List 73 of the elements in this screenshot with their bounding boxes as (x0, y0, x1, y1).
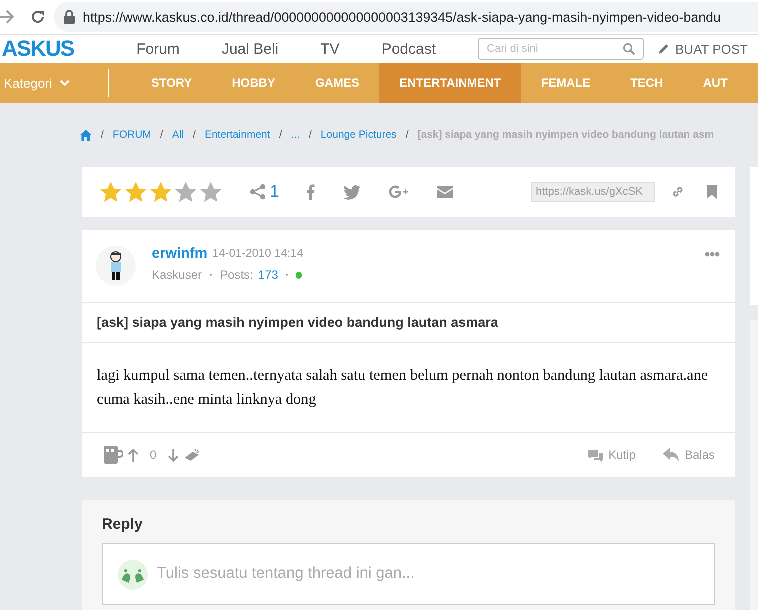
chevron-down-icon (60, 80, 70, 86)
site-logo[interactable]: ASKUS (2, 38, 137, 60)
posts-label: Posts: (220, 268, 254, 282)
category-tab[interactable]: FEMALE (521, 63, 611, 103)
separator-dot (286, 274, 288, 276)
category-tab[interactable]: ENTERTAINMENT (379, 63, 522, 103)
star-icon[interactable] (175, 182, 197, 202)
create-post-button[interactable]: BUAT POST (658, 42, 748, 56)
google-plus-icon[interactable] (389, 185, 410, 199)
breadcrumb-separator: / (101, 129, 104, 141)
user-avatar[interactable] (96, 246, 136, 286)
twitter-icon[interactable] (343, 184, 362, 200)
lock-icon (64, 10, 75, 24)
header-link[interactable]: Jual Beli (222, 40, 279, 58)
reply-button[interactable]: Balas (662, 448, 715, 462)
breadcrumb-separator: / (309, 129, 312, 141)
breadcrumb-separator: / (160, 129, 164, 141)
header-link[interactable]: TV (320, 40, 340, 58)
breadcrumb-current: [ask] siapa yang masih nyimpen video bandung lautan asm (418, 129, 714, 141)
breadcrumb-link[interactable]: All (172, 129, 184, 141)
share-icon[interactable] (250, 184, 266, 200)
breadcrumb-separator: / (193, 129, 196, 141)
category-tab[interactable]: STORY (131, 63, 212, 103)
mail-icon[interactable] (437, 186, 454, 198)
post-count[interactable]: 173 (258, 268, 278, 282)
post-date: 14-01-2010 14:14 (212, 248, 304, 260)
breadcrumb-link[interactable]: Lounge Pictures (320, 129, 397, 141)
category-tab[interactable]: GAMES (295, 63, 380, 103)
star-icon[interactable] (200, 182, 222, 202)
brick-icon[interactable] (184, 448, 200, 462)
quote-button[interactable]: Kutip (586, 448, 636, 462)
reply-input-field[interactable]: Tulis sesuatu tentang thread ini gan... (102, 543, 715, 605)
link-icon[interactable] (671, 185, 685, 199)
share-count: 1 (270, 182, 280, 202)
reply-heading: Reply (102, 516, 144, 533)
breadcrumb-link[interactable]: ... (291, 129, 300, 141)
bookmark-icon[interactable] (707, 185, 717, 199)
username-link[interactable]: erwinfm (152, 246, 208, 262)
mug-icon[interactable] (104, 446, 123, 464)
breadcrumb-link[interactable]: FORUM (112, 129, 152, 141)
speech-bubbles-icon (586, 448, 603, 462)
breadcrumb-link[interactable]: Entertainment (204, 129, 270, 141)
short-url-field[interactable]: https://kask.us/gXcSK (531, 182, 655, 202)
header-link[interactable]: Podcast (382, 40, 436, 58)
breadcrumb-separator: / (406, 129, 409, 141)
rating-stars[interactable] (100, 182, 222, 202)
search-icon[interactable] (622, 43, 635, 55)
reply-arrow-icon (662, 448, 679, 462)
search-field[interactable]: Cari di sini (478, 38, 644, 60)
search-placeholder: Cari di sini (487, 43, 538, 55)
home-icon[interactable] (80, 130, 92, 140)
star-icon[interactable] (125, 182, 147, 202)
post-title: [ask] siapa yang masih nyimpen video bandung lautan asmara (82, 303, 735, 343)
separator-dot (210, 274, 212, 276)
reload-icon[interactable] (30, 9, 46, 25)
star-icon[interactable] (150, 182, 172, 202)
breadcrumb-separator: / (279, 129, 282, 141)
star-icon[interactable] (100, 182, 122, 202)
category-tab[interactable]: AUT (683, 63, 748, 103)
downvote-arrow-icon[interactable] (168, 448, 179, 462)
post-body: lagi kumpul sama temen..ternyata salah satu temen belum pernah nonton bandung lautan asmara.ane cuma kasih..ene minta linknya dong (82, 343, 735, 433)
header-link[interactable]: Forum (136, 40, 180, 58)
vote-count: 0 (150, 448, 157, 462)
category-dropdown[interactable]: Kategori (0, 69, 110, 97)
more-options-icon[interactable] (705, 252, 720, 257)
pencil-icon (658, 43, 670, 55)
upvote-arrow-icon[interactable] (128, 448, 139, 462)
url-text: https://www.kaskus.co.id/thread/000000000000000003139345/ask-siapa-yang-masih-nyimpen-video-bandu (83, 10, 721, 24)
category-tab[interactable]: HOBBY (212, 63, 296, 103)
category-tab[interactable]: TECH (610, 63, 684, 103)
facebook-icon[interactable] (307, 184, 316, 200)
address-bar[interactable]: https://www.kaskus.co.id/thread/000000000000000003139345/ask-siapa-yang-masih-nyimpen-video-bandu (54, 2, 758, 32)
user-rank: Kaskuser (152, 268, 202, 282)
